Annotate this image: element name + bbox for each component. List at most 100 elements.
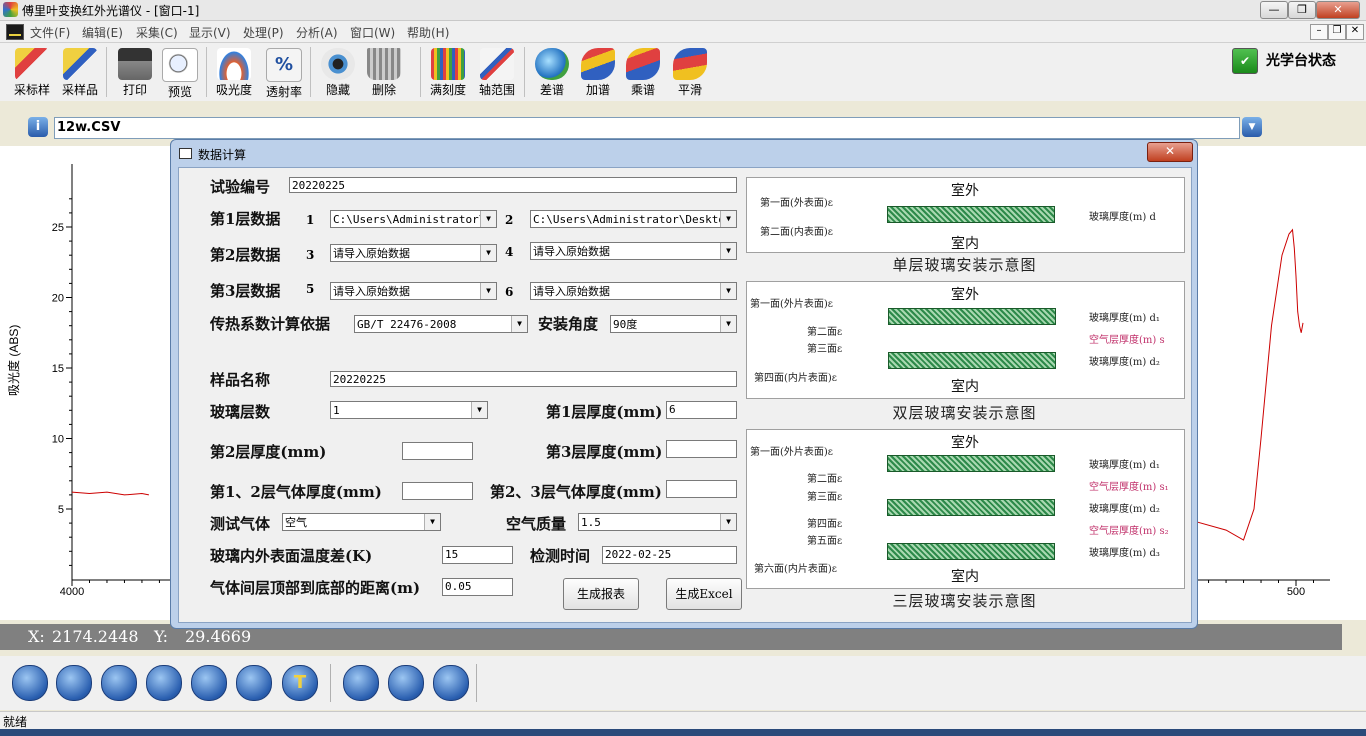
multi-peak-icon[interactable] [146, 665, 182, 701]
hide-button[interactable]: 隐藏 [316, 46, 360, 98]
sample-name-input[interactable]: 20220225 [330, 371, 737, 387]
temp-diff-input[interactable]: 15 [442, 546, 513, 564]
preview-button[interactable]: 预览 [158, 46, 202, 99]
transmittance-button[interactable]: % 透射率 [262, 46, 306, 99]
double-indoor-label: 室内 [951, 379, 979, 395]
close-button[interactable]: ✕ [1316, 1, 1360, 19]
add-spectrum-button[interactable]: 加谱 [576, 46, 620, 98]
text-annotate-icon[interactable]: T [282, 665, 318, 701]
generate-report-button[interactable]: 生成报表 [563, 578, 639, 610]
thickness2-input[interactable] [402, 442, 473, 460]
air-quality-select[interactable]: 1.5 ▼ [578, 513, 737, 531]
y-ticks: 25 20 15 10 5 [52, 198, 72, 566]
chevron-down-icon: ▼ [720, 283, 736, 299]
calc-basis-select[interactable]: GB/T 22476-2008 ▼ [354, 315, 528, 333]
capture-standard-label: 采标样 [13, 83, 50, 97]
menu-process[interactable]: 处理(P) [243, 24, 284, 41]
glass-layers-value: 1 [333, 404, 340, 417]
peak-region-icon[interactable] [101, 665, 137, 701]
layer2-file3-select[interactable]: 请导入原始数据 ▼ [330, 244, 497, 262]
menu-analyze[interactable]: 分析(A) [296, 24, 338, 41]
dialog-body: 试验编号 20220225 第1层数据 1 C:\Users\Administr… [178, 167, 1192, 623]
toolbar-separator [206, 47, 207, 97]
mdi-restore-button[interactable]: ❐ [1328, 24, 1346, 40]
menu-file[interactable]: 文件(F) [30, 24, 70, 41]
glass-layers-select[interactable]: 1 ▼ [330, 401, 488, 419]
difference-spectrum-label: 差谱 [539, 83, 564, 97]
absorbance-button[interactable]: 吸光度 [212, 46, 256, 98]
layer3-file5-select[interactable]: 请导入原始数据 ▼ [330, 282, 497, 300]
test-gas-label: 测试气体 [210, 515, 271, 533]
triple-glass-pane-3 [887, 543, 1055, 560]
menu-acquire[interactable]: 采集(C) [136, 24, 178, 41]
layer3-file5-value: 请导入原始数据 [333, 285, 410, 298]
layer1-file2-value: C:\Users\Administrator\Desktop\ [533, 213, 737, 226]
triple-glass-pane-1 [887, 455, 1055, 472]
test-no-input[interactable]: 20220225 [289, 177, 737, 193]
sample-name-label: 样品名称 [210, 371, 271, 389]
thickness3-input[interactable] [666, 440, 737, 458]
delete-button[interactable]: 删除 [362, 46, 406, 98]
y-tick-label: 25 [52, 222, 64, 234]
select-pointer-icon[interactable] [12, 665, 48, 701]
double-glass-caption: 双层玻璃安装示意图 [892, 404, 1037, 422]
minimize-button[interactable]: — [1260, 1, 1288, 19]
clipboard-icon[interactable] [343, 665, 379, 701]
peak-area-icon[interactable] [236, 665, 272, 701]
bottom-separator [476, 664, 477, 702]
axis-range-button[interactable]: 轴范围 [475, 46, 519, 98]
toolbar-separator [524, 47, 525, 97]
print-button[interactable]: 打印 [113, 46, 157, 98]
hide-label: 隐藏 [325, 83, 350, 97]
single-glass-diagram: 室外 第一面(外表面)ε 第二面(内表面)ε 玻璃厚度(m) d 室内 [746, 177, 1185, 253]
bottom-separator [330, 664, 331, 702]
test-time-input[interactable]: 2022-02-25 [602, 546, 737, 564]
difference-spectrum-button[interactable]: 差谱 [530, 46, 574, 98]
distance-label: 气体间层顶部到底部的距离(m) [210, 579, 421, 597]
layer3-file6-select[interactable]: 请导入原始数据 ▼ [530, 282, 737, 300]
peak-pick-icon[interactable] [56, 665, 92, 701]
thickness3-label: 第3层厚度(mm) [546, 443, 663, 461]
mdi-close-button[interactable]: ✕ [1346, 24, 1364, 40]
temp-diff-label: 玻璃内外表面温度差(K) [210, 547, 373, 565]
baseline-icon[interactable] [191, 665, 227, 701]
triple-face1-label: 第一面(外片表面)ε [750, 447, 833, 458]
zoom-icon[interactable] [433, 665, 469, 701]
capture-standard-button[interactable]: 采标样 [10, 46, 54, 98]
add-spectrum-icon [581, 48, 615, 80]
dialog-close-button[interactable]: ✕ [1147, 142, 1193, 162]
install-angle-select[interactable]: 90度 ▼ [610, 315, 737, 333]
layer1-file2-select[interactable]: C:\Users\Administrator\Desktop\ ▼ [530, 210, 737, 228]
distance-input[interactable]: 0.05 [442, 578, 513, 596]
layer2-file4-select[interactable]: 请导入原始数据 ▼ [530, 242, 737, 260]
gas12-thickness-input[interactable] [402, 482, 473, 500]
thickness1-input[interactable]: 6 [666, 401, 737, 419]
mdi-minimize-button[interactable]: – [1310, 24, 1328, 40]
toolbar-separator [106, 47, 107, 97]
menu-window[interactable]: 窗口(W) [350, 24, 395, 41]
menu-help[interactable]: 帮助(H) [407, 24, 449, 41]
menu-view[interactable]: 显示(V) [189, 24, 231, 41]
capture-sample-button[interactable]: 采样品 [58, 46, 102, 98]
smooth-label: 平滑 [677, 83, 702, 97]
info-icon[interactable]: i [28, 117, 48, 137]
dropdown-chevron-icon[interactable]: ▼ [1242, 117, 1262, 137]
layer1-file1-select[interactable]: C:\Users\Administrator\Desktop\▼ [330, 210, 497, 228]
full-scale-button[interactable]: 满刻度 [426, 46, 470, 98]
menu-edit[interactable]: 编辑(E) [82, 24, 123, 41]
layer3-index-6: 6 [505, 285, 514, 299]
maximize-button[interactable]: ❐ [1288, 1, 1316, 19]
spectrum-view-icon[interactable] [388, 665, 424, 701]
test-gas-select[interactable]: 空气 ▼ [282, 513, 441, 531]
x-coord-value: 2174.2448 [52, 627, 139, 646]
file-name-field[interactable]: 12w.CSV [54, 117, 1240, 139]
double-glass-diagram: 室外 第一面(外片表面)ε 第二面ε 第三面ε 第四面(内片表面)ε 玻璃厚度(… [746, 281, 1185, 399]
gas23-thickness-input[interactable] [666, 480, 737, 498]
triple-outdoor-label: 室外 [951, 435, 979, 451]
multiply-spectrum-button[interactable]: 乘谱 [621, 46, 665, 98]
single-face2-label: 第二面(内表面)ε [760, 227, 833, 238]
generate-excel-button[interactable]: 生成Excel [666, 578, 742, 610]
taskbar [0, 729, 1366, 736]
smooth-button[interactable]: 平滑 [668, 46, 712, 98]
layer2-index-3: 3 [306, 248, 315, 262]
